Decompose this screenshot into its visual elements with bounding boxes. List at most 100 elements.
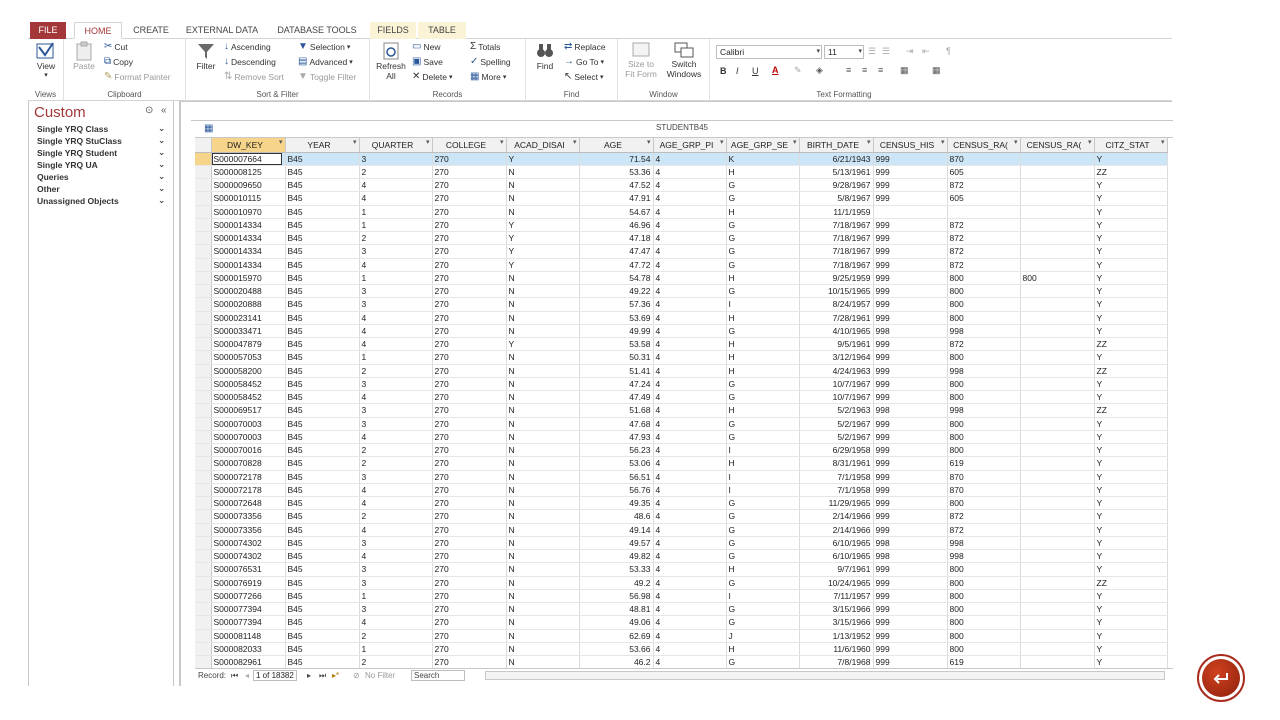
table-cell[interactable] [1020, 655, 1095, 668]
table-cell[interactable]: 4 [653, 178, 727, 193]
table-cell[interactable] [1020, 456, 1095, 471]
table-cell[interactable]: 999 [873, 165, 948, 180]
table-cell[interactable]: K [726, 152, 800, 166]
table-cell[interactable]: Y [1094, 430, 1168, 445]
table-cell[interactable]: 270 [432, 509, 507, 524]
table-cell[interactable]: H [726, 642, 800, 657]
table-cell[interactable]: S000072178 [211, 470, 286, 484]
row-selector[interactable] [195, 470, 212, 484]
table-cell[interactable]: 4 [653, 417, 727, 431]
table-cell[interactable]: 4 [653, 191, 727, 206]
table-cell[interactable]: S000082033 [211, 642, 286, 657]
table-row[interactable]: S000010970 B45 1 270 N 54.67 4 H 11/1/1959 Y [195, 205, 1168, 219]
table-cell[interactable]: J [726, 629, 800, 643]
table-cell[interactable]: 1 [359, 642, 433, 657]
table-cell[interactable]: 4 [653, 403, 727, 418]
table-cell[interactable]: 4 [653, 284, 727, 299]
table-row[interactable]: S000072178 B45 3 270 N 56.51 4 I 7/1/1958 999 870 Y [195, 470, 1168, 484]
table-cell[interactable]: B45 [285, 576, 360, 590]
italic-button[interactable]: I [736, 66, 739, 76]
table-cell[interactable] [1020, 284, 1095, 299]
table-cell[interactable]: 47.91 [579, 191, 654, 206]
table-cell[interactable]: 11/29/1965 [799, 496, 874, 511]
table-cell[interactable] [1020, 430, 1095, 445]
table-cell[interactable]: N [506, 443, 580, 458]
row-selector[interactable] [195, 642, 212, 657]
font-color-icon[interactable]: A [772, 65, 779, 75]
table-cell[interactable]: 270 [432, 483, 507, 498]
table-cell[interactable]: 270 [432, 337, 507, 352]
table-cell[interactable]: 270 [432, 165, 507, 180]
table-cell[interactable]: 4 [359, 191, 433, 206]
table-cell[interactable]: 54.67 [579, 205, 654, 219]
table-cell[interactable]: N [506, 549, 580, 564]
descending-button[interactable]: ↓ Descending [224, 57, 276, 68]
table-cell[interactable]: 53.06 [579, 456, 654, 471]
table-cell[interactable]: 999 [873, 377, 948, 392]
table-cell[interactable]: N [506, 191, 580, 206]
table-cell[interactable]: 11/6/1960 [799, 642, 874, 657]
table-cell[interactable]: S000070003 [211, 430, 286, 445]
table-cell[interactable]: 999 [873, 258, 948, 272]
table-cell[interactable]: S000077394 [211, 615, 286, 630]
table-cell[interactable]: G [726, 549, 800, 564]
table-cell[interactable]: 998 [873, 549, 948, 564]
tab-file[interactable]: FILE [30, 22, 66, 39]
table-cell[interactable]: 270 [432, 589, 507, 604]
table-cell[interactable]: 4 [653, 483, 727, 498]
table-cell[interactable]: G [726, 178, 800, 193]
table-cell[interactable]: S000074302 [211, 536, 286, 551]
table-cell[interactable]: 5/2/1967 [799, 430, 874, 445]
table-cell[interactable]: S000069517 [211, 403, 286, 418]
table-cell[interactable] [1020, 523, 1095, 537]
table-cell[interactable]: N [506, 562, 580, 577]
row-selector[interactable] [195, 417, 212, 431]
table-cell[interactable]: 4 [653, 589, 727, 604]
table-cell[interactable]: 49.2 [579, 576, 654, 590]
table-cell[interactable]: 872 [947, 523, 1021, 537]
outdent-icon[interactable]: ⇤ [922, 46, 930, 57]
table-cell[interactable]: S000082961 [211, 655, 286, 668]
table-cell[interactable]: S000015970 [211, 271, 286, 286]
table-cell[interactable]: 800 [947, 417, 1021, 431]
table-cell[interactable]: 7/18/1967 [799, 244, 874, 259]
column-dropdown-icon[interactable]: ▾ [720, 138, 724, 146]
table-cell[interactable]: 4 [359, 258, 433, 272]
table-cell[interactable]: 3/12/1964 [799, 350, 874, 365]
table-cell[interactable]: 6/10/1965 [799, 549, 874, 564]
table-cell[interactable]: N [506, 430, 580, 445]
table-cell[interactable]: 4 [653, 523, 727, 537]
table-cell[interactable]: 870 [947, 483, 1021, 498]
table-cell[interactable]: 7/8/1968 [799, 655, 874, 668]
table-cell[interactable]: N [506, 324, 580, 339]
table-cell[interactable]: 4 [653, 297, 727, 312]
table-cell[interactable]: B45 [285, 165, 360, 180]
row-selector[interactable] [195, 602, 212, 617]
table-cell[interactable]: 1 [359, 271, 433, 286]
table-cell[interactable]: B45 [285, 470, 360, 484]
table-cell[interactable]: 56.76 [579, 483, 654, 498]
row-selector[interactable] [195, 377, 212, 392]
table-cell[interactable]: H [726, 205, 800, 219]
table-cell[interactable]: S000009650 [211, 178, 286, 193]
table-cell[interactable]: G [726, 655, 800, 668]
table-cell[interactable]: 4 [653, 152, 727, 166]
nav-group-single-yrq-student[interactable]: Single YRQ Student ⌄ [37, 148, 165, 160]
table-cell[interactable]: Y [1094, 470, 1168, 484]
table-cell[interactable]: G [726, 602, 800, 617]
table-cell[interactable]: 872 [947, 509, 1021, 524]
column-dropdown-icon[interactable]: ▾ [793, 138, 797, 146]
table-cell[interactable]: 4 [653, 642, 727, 657]
select-button[interactable]: ↖ Select ▾ [564, 72, 604, 83]
table-cell[interactable]: 800 [947, 562, 1021, 577]
table-cell[interactable]: Y [1094, 205, 1168, 219]
column-header[interactable]: CENSUS_RA(▾ [1020, 138, 1095, 153]
table-cell[interactable] [1020, 536, 1095, 551]
table-cell[interactable]: 3 [359, 562, 433, 577]
table-cell[interactable]: N [506, 456, 580, 471]
table-cell[interactable] [1020, 152, 1095, 166]
table-cell[interactable]: 10/7/1967 [799, 390, 874, 405]
table-cell[interactable]: 3 [359, 536, 433, 551]
paragraph-icon[interactable]: ¶ [946, 46, 951, 56]
save-button[interactable]: ▣ Save [412, 57, 443, 68]
